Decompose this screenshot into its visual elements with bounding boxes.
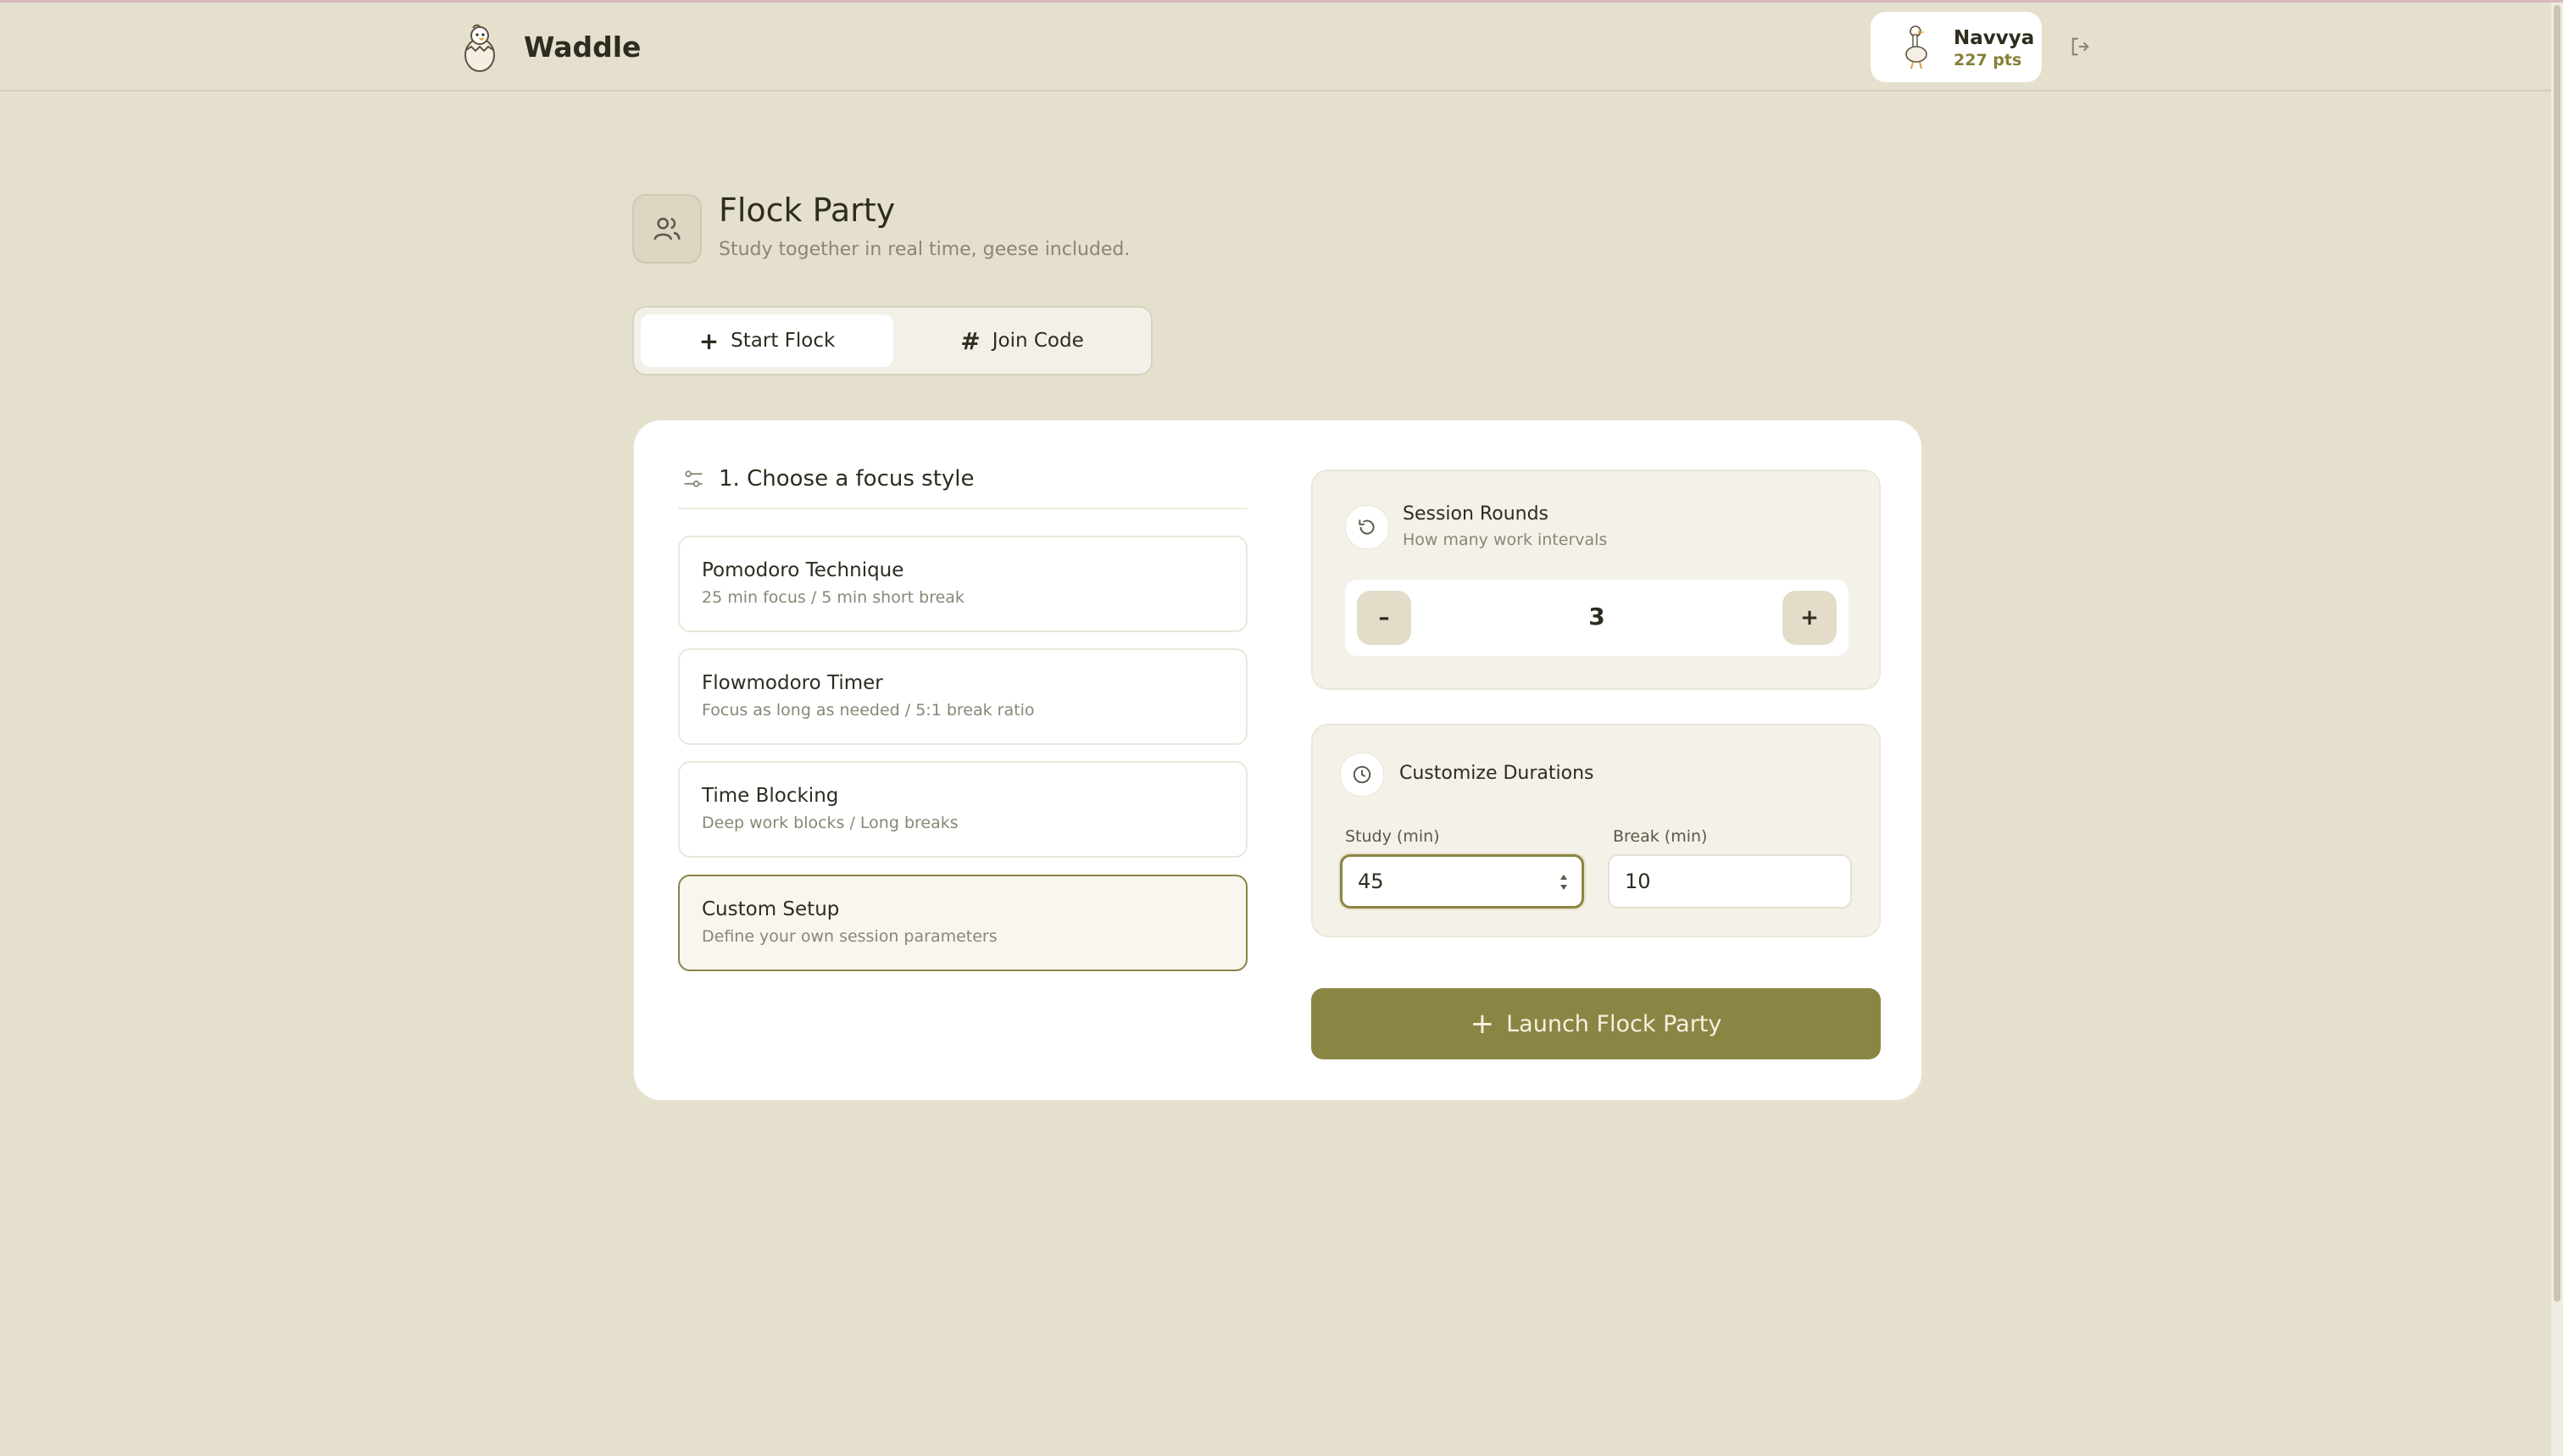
- rounds-subtitle: How many work intervals: [1403, 531, 1608, 549]
- app-name: Waddle: [524, 30, 642, 64]
- study-minutes-input[interactable]: 45: [1340, 854, 1584, 909]
- scrollbar-thumb[interactable]: [2554, 5, 2560, 1302]
- focus-style-flowmodoro[interactable]: Flowmodoro Timer Focus as long as needed…: [678, 648, 1248, 745]
- sliders-icon: [684, 470, 703, 487]
- refresh-icon: [1345, 505, 1389, 549]
- users-icon: [632, 194, 702, 264]
- launch-label: Launch Flock Party: [1506, 1010, 1722, 1037]
- clock-icon: [1340, 753, 1384, 797]
- top-bar: Waddle Navvya 227 pts: [0, 3, 2551, 92]
- launch-flock-party-button[interactable]: + Launch Flock Party: [1311, 988, 1881, 1059]
- study-label: Study (min): [1345, 827, 1440, 846]
- increment-button[interactable]: +: [1782, 591, 1837, 645]
- focus-style-pomodoro[interactable]: Pomodoro Technique 25 min focus / 5 min …: [678, 536, 1248, 632]
- logout-icon[interactable]: [2068, 35, 2092, 58]
- style-desc: Define your own session parameters: [702, 927, 998, 946]
- plus-icon: +: [1470, 1007, 1495, 1041]
- durations-title: Customize Durations: [1399, 763, 1594, 784]
- plus-icon: +: [698, 326, 720, 355]
- style-name: Flowmodoro Timer: [702, 672, 883, 694]
- style-name: Pomodoro Technique: [702, 559, 904, 581]
- hash-icon: #: [960, 326, 981, 355]
- divider: [678, 508, 1248, 509]
- style-name: Custom Setup: [702, 898, 840, 920]
- section-title: 1. Choose a focus style: [719, 466, 975, 492]
- tab-start-flock[interactable]: + Start Flock: [641, 314, 893, 367]
- user-points: 227 pts: [1954, 51, 2022, 69]
- tab-label: Join Code: [992, 330, 1084, 352]
- page-subtitle: Study together in real time, geese inclu…: [719, 239, 1131, 260]
- style-desc: Focus as long as needed / 5:1 break rati…: [702, 701, 1035, 720]
- focus-section-header: 1. Choose a focus style: [681, 466, 975, 492]
- focus-style-custom-setup[interactable]: Custom Setup Define your own session par…: [678, 875, 1248, 971]
- page-title: Flock Party: [719, 192, 896, 229]
- focus-style-time-blocking[interactable]: Time Blocking Deep work blocks / Long br…: [678, 761, 1248, 858]
- mode-tabs: + Start Flock # Join Code: [632, 306, 1153, 375]
- style-desc: Deep work blocks / Long breaks: [702, 814, 959, 832]
- study-value: 45: [1358, 870, 1384, 893]
- rounds-title: Session Rounds: [1403, 503, 1549, 525]
- spinner-arrows-icon[interactable]: [1558, 870, 1570, 894]
- rounds-value: 3: [1588, 603, 1605, 631]
- style-name: Time Blocking: [702, 785, 839, 807]
- break-minutes-input[interactable]: 10: [1608, 854, 1852, 909]
- setup-panel: 1. Choose a focus style Pomodoro Techniq…: [632, 419, 1923, 1102]
- rounds-stepper: – 3 +: [1345, 580, 1849, 656]
- customize-durations-card: Customize Durations Study (min) Break (m…: [1311, 724, 1881, 937]
- goose-egg-logo-icon: [464, 24, 495, 72]
- tab-label: Start Flock: [731, 330, 836, 352]
- break-value: 10: [1625, 870, 1651, 893]
- goose-avatar-icon: [1905, 25, 1927, 69]
- tab-join-code[interactable]: # Join Code: [897, 314, 1148, 367]
- break-label: Break (min): [1613, 827, 1708, 846]
- user-name: Navvya: [1954, 27, 2035, 49]
- session-rounds-card: Session Rounds How many work intervals –…: [1311, 470, 1881, 690]
- user-profile-card[interactable]: Navvya 227 pts: [1871, 12, 2042, 82]
- style-desc: 25 min focus / 5 min short break: [702, 588, 965, 607]
- app-logo[interactable]: Waddle: [458, 21, 641, 72]
